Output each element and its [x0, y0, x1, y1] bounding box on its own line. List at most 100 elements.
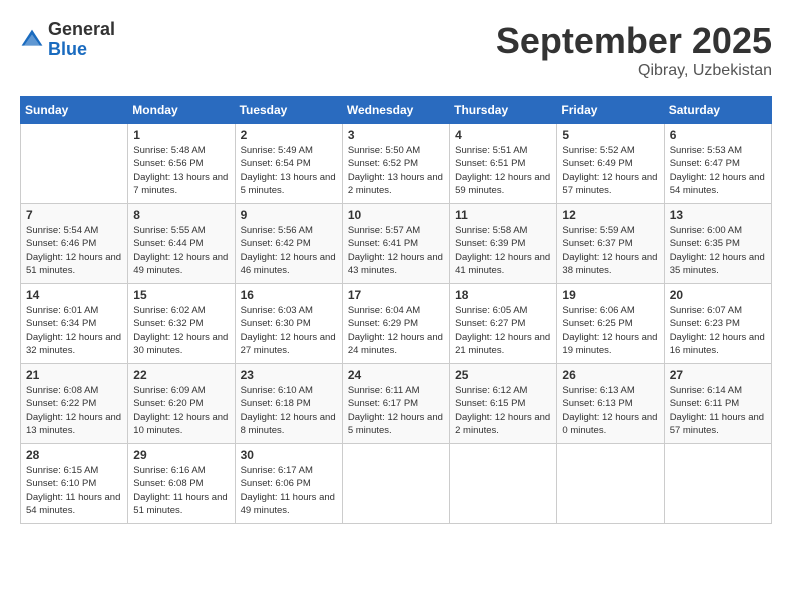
day-info: Sunrise: 6:17 AMSunset: 6:06 PMDaylight:…: [241, 464, 337, 517]
day-number: 19: [562, 288, 658, 302]
day-cell: [342, 444, 449, 524]
day-number: 28: [26, 448, 122, 462]
day-cell: 11 Sunrise: 5:58 AMSunset: 6:39 PMDayligh…: [450, 204, 557, 284]
day-cell: 10Sunrise: 5:57 AMSunset: 6:41 PMDayligh…: [342, 204, 449, 284]
day-number: 14: [26, 288, 122, 302]
day-cell: 26Sunrise: 6:13 AMSunset: 6:13 PMDayligh…: [557, 364, 664, 444]
day-number: 29: [133, 448, 229, 462]
day-info: Sunrise: 5:49 AMSunset: 6:54 PMDaylight:…: [241, 144, 337, 197]
day-cell: 18 Sunrise: 6:05 AMSunset: 6:27 PMDayligh…: [450, 284, 557, 364]
day-cell: 23 Sunrise: 6:10 AMSunset: 6:18 PMDayligh…: [235, 364, 342, 444]
day-cell: 6 Sunrise: 5:53 AMSunset: 6:47 PMDaylight…: [664, 124, 771, 204]
day-cell: 28 Sunrise: 6:15 AMSunset: 6:10 PMDayligh…: [21, 444, 128, 524]
week-row-2: 14 Sunrise: 6:01 AMSunset: 6:34 PMDayligh…: [21, 284, 772, 364]
day-number: 6: [670, 128, 766, 142]
day-cell: 3 Sunrise: 5:50 AMSunset: 6:52 PMDaylight…: [342, 124, 449, 204]
day-cell: 22 Sunrise: 6:09 AMSunset: 6:20 PMDayligh…: [128, 364, 235, 444]
day-cell: 25 Sunrise: 6:12 AMSunset: 6:15 PMDayligh…: [450, 364, 557, 444]
day-number: 3: [348, 128, 444, 142]
day-cell: [557, 444, 664, 524]
day-number: 5: [562, 128, 658, 142]
day-info: Sunrise: 6:10 AMSunset: 6:18 PMDaylight:…: [241, 384, 337, 437]
day-info: Sunrise: 6:12 AMSunset: 6:15 PMDaylight:…: [455, 384, 551, 437]
day-info: Sunrise: 6:07 AMSunset: 6:23 PMDaylight:…: [670, 304, 766, 357]
location: Qibray, Uzbekistan: [496, 62, 772, 80]
day-cell: [664, 444, 771, 524]
day-info: Sunrise: 5:48 AMSunset: 6:56 PMDaylight:…: [133, 144, 229, 197]
day-cell: 21 Sunrise: 6:08 AMSunset: 6:22 PMDayligh…: [21, 364, 128, 444]
day-number: 9: [241, 208, 337, 222]
day-number: 27: [670, 368, 766, 382]
col-header-monday: Monday: [128, 97, 235, 124]
day-info: Sunrise: 5:57 AMSunset: 6:41 PMDaylight:…: [348, 224, 444, 277]
day-info: Sunrise: 6:06 AMSunset: 6:25 PMDaylight:…: [562, 304, 658, 357]
day-info: Sunrise: 6:08 AMSunset: 6:22 PMDaylight:…: [26, 384, 122, 437]
day-number: 24: [348, 368, 444, 382]
day-number: 16: [241, 288, 337, 302]
col-header-wednesday: Wednesday: [342, 97, 449, 124]
day-info: Sunrise: 5:50 AMSunset: 6:52 PMDaylight:…: [348, 144, 444, 197]
month-title: September 2025: [496, 20, 772, 62]
day-number: 18: [455, 288, 551, 302]
day-info: Sunrise: 5:52 AMSunset: 6:49 PMDaylight:…: [562, 144, 658, 197]
col-header-tuesday: Tuesday: [235, 97, 342, 124]
col-header-thursday: Thursday: [450, 97, 557, 124]
day-cell: [21, 124, 128, 204]
day-info: Sunrise: 6:03 AMSunset: 6:30 PMDaylight:…: [241, 304, 337, 357]
day-info: Sunrise: 6:16 AMSunset: 6:08 PMDaylight:…: [133, 464, 229, 517]
day-number: 1: [133, 128, 229, 142]
day-info: Sunrise: 6:09 AMSunset: 6:20 PMDaylight:…: [133, 384, 229, 437]
day-number: 13: [670, 208, 766, 222]
day-info: Sunrise: 6:05 AMSunset: 6:27 PMDaylight:…: [455, 304, 551, 357]
logo-blue: Blue: [48, 40, 115, 60]
day-number: 22: [133, 368, 229, 382]
day-cell: 19 Sunrise: 6:06 AMSunset: 6:25 PMDayligh…: [557, 284, 664, 364]
day-number: 21: [26, 368, 122, 382]
day-cell: 9Sunrise: 5:56 AMSunset: 6:42 PMDaylight…: [235, 204, 342, 284]
week-row-1: 7Sunrise: 5:54 AMSunset: 6:46 PMDaylight…: [21, 204, 772, 284]
day-number: 17: [348, 288, 444, 302]
calendar-body: 1 Sunrise: 5:48 AMSunset: 6:56 PMDaylight…: [21, 124, 772, 524]
week-row-3: 21 Sunrise: 6:08 AMSunset: 6:22 PMDayligh…: [21, 364, 772, 444]
logo-icon: [20, 28, 44, 52]
day-number: 20: [670, 288, 766, 302]
day-cell: 27 Sunrise: 6:14 AMSunset: 6:11 PMDayligh…: [664, 364, 771, 444]
day-info: Sunrise: 6:13 AMSunset: 6:13 PMDaylight:…: [562, 384, 658, 437]
day-cell: 4Sunrise: 5:51 AMSunset: 6:51 PMDaylight…: [450, 124, 557, 204]
day-cell: 13Sunrise: 6:00 AMSunset: 6:35 PMDayligh…: [664, 204, 771, 284]
page-header: General Blue September 2025 Qibray, Uzbe…: [20, 20, 772, 80]
col-header-friday: Friday: [557, 97, 664, 124]
day-cell: 5 Sunrise: 5:52 AMSunset: 6:49 PMDaylight…: [557, 124, 664, 204]
day-cell: [450, 444, 557, 524]
col-header-sunday: Sunday: [21, 97, 128, 124]
day-number: 2: [241, 128, 337, 142]
day-cell: 17 Sunrise: 6:04 AMSunset: 6:29 PMDayligh…: [342, 284, 449, 364]
day-number: 15: [133, 288, 229, 302]
day-info: Sunrise: 6:01 AMSunset: 6:34 PMDaylight:…: [26, 304, 122, 357]
day-info: Sunrise: 6:14 AMSunset: 6:11 PMDaylight:…: [670, 384, 766, 437]
day-cell: 12Sunrise: 5:59 AMSunset: 6:37 PMDayligh…: [557, 204, 664, 284]
day-number: 23: [241, 368, 337, 382]
day-cell: 7Sunrise: 5:54 AMSunset: 6:46 PMDaylight…: [21, 204, 128, 284]
calendar-table: SundayMondayTuesdayWednesdayThursdayFrid…: [20, 96, 772, 524]
day-cell: 24Sunrise: 6:11 AMSunset: 6:17 PMDayligh…: [342, 364, 449, 444]
day-info: Sunrise: 5:58 AMSunset: 6:39 PMDaylight:…: [455, 224, 551, 277]
day-cell: 30 Sunrise: 6:17 AMSunset: 6:06 PMDayligh…: [235, 444, 342, 524]
day-info: Sunrise: 6:04 AMSunset: 6:29 PMDaylight:…: [348, 304, 444, 357]
day-cell: 15Sunrise: 6:02 AMSunset: 6:32 PMDayligh…: [128, 284, 235, 364]
day-info: Sunrise: 5:55 AMSunset: 6:44 PMDaylight:…: [133, 224, 229, 277]
day-cell: 29 Sunrise: 6:16 AMSunset: 6:08 PMDayligh…: [128, 444, 235, 524]
day-info: Sunrise: 5:53 AMSunset: 6:47 PMDaylight:…: [670, 144, 766, 197]
day-number: 25: [455, 368, 551, 382]
day-info: Sunrise: 6:15 AMSunset: 6:10 PMDaylight:…: [26, 464, 122, 517]
day-cell: 1 Sunrise: 5:48 AMSunset: 6:56 PMDaylight…: [128, 124, 235, 204]
day-number: 11: [455, 208, 551, 222]
week-row-0: 1 Sunrise: 5:48 AMSunset: 6:56 PMDaylight…: [21, 124, 772, 204]
day-number: 30: [241, 448, 337, 462]
day-cell: 20 Sunrise: 6:07 AMSunset: 6:23 PMDayligh…: [664, 284, 771, 364]
week-row-4: 28 Sunrise: 6:15 AMSunset: 6:10 PMDayligh…: [21, 444, 772, 524]
day-cell: 14 Sunrise: 6:01 AMSunset: 6:34 PMDayligh…: [21, 284, 128, 364]
day-number: 12: [562, 208, 658, 222]
day-info: Sunrise: 5:54 AMSunset: 6:46 PMDaylight:…: [26, 224, 122, 277]
calendar-header: SundayMondayTuesdayWednesdayThursdayFrid…: [21, 97, 772, 124]
